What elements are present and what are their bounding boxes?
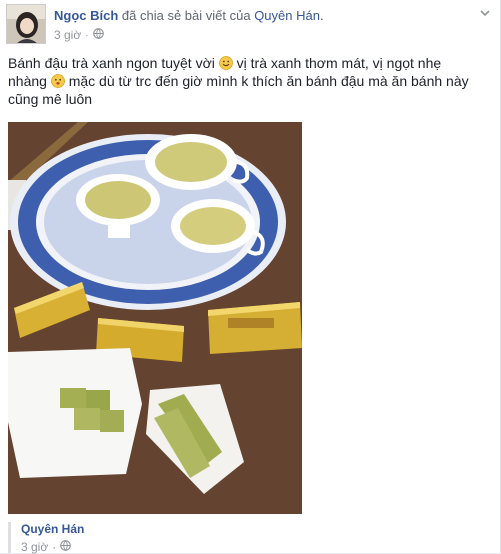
post-header: Ngọc Bích đã chia sẻ bài viết của Quyên … <box>6 4 496 44</box>
post-time[interactable]: 3 giờ <box>54 28 81 42</box>
post-title-line: Ngọc Bích đã chia sẻ bài viết của Quyên … <box>54 8 324 23</box>
smile-emoji-icon <box>218 56 233 70</box>
shared-post-attribution: Quyên Hán 3 giờ · <box>8 522 494 554</box>
post-text-part-3: mặc dù từ trc đến giờ mình k thích ăn bá… <box>8 73 469 107</box>
gold-box <box>208 302 302 354</box>
avatar[interactable] <box>6 4 46 44</box>
shared-author-name[interactable]: Quyên Hán <box>21 522 494 536</box>
separator-dot: · <box>52 540 57 554</box>
shared-author-link[interactable]: Quyên Hán. <box>254 8 323 23</box>
public-globe-icon[interactable] <box>92 28 104 42</box>
chevron-down-icon[interactable] <box>478 6 492 20</box>
post-meta: 3 giờ · <box>54 28 104 42</box>
author-name[interactable]: Ngọc Bích <box>54 8 118 23</box>
sweat-smile-emoji-icon <box>50 74 65 88</box>
public-globe-icon[interactable] <box>60 540 72 554</box>
shared-time[interactable]: 3 giờ <box>21 540 48 554</box>
share-verb: đã chia sẻ bài viết của <box>121 8 251 23</box>
shared-meta: 3 giờ · <box>21 540 494 554</box>
wrapper-left <box>8 348 142 478</box>
post-photo[interactable] <box>8 122 302 514</box>
post-card: Ngọc Bích đã chia sẻ bài viết của Quyên … <box>0 0 501 554</box>
post-text: Bánh đậu trà xanh ngon tuyệt vời vị trà … <box>8 54 478 108</box>
post-text-part-1: Bánh đậu trà xanh ngon tuyệt vời <box>8 55 219 71</box>
separator-dot: · <box>85 29 89 41</box>
